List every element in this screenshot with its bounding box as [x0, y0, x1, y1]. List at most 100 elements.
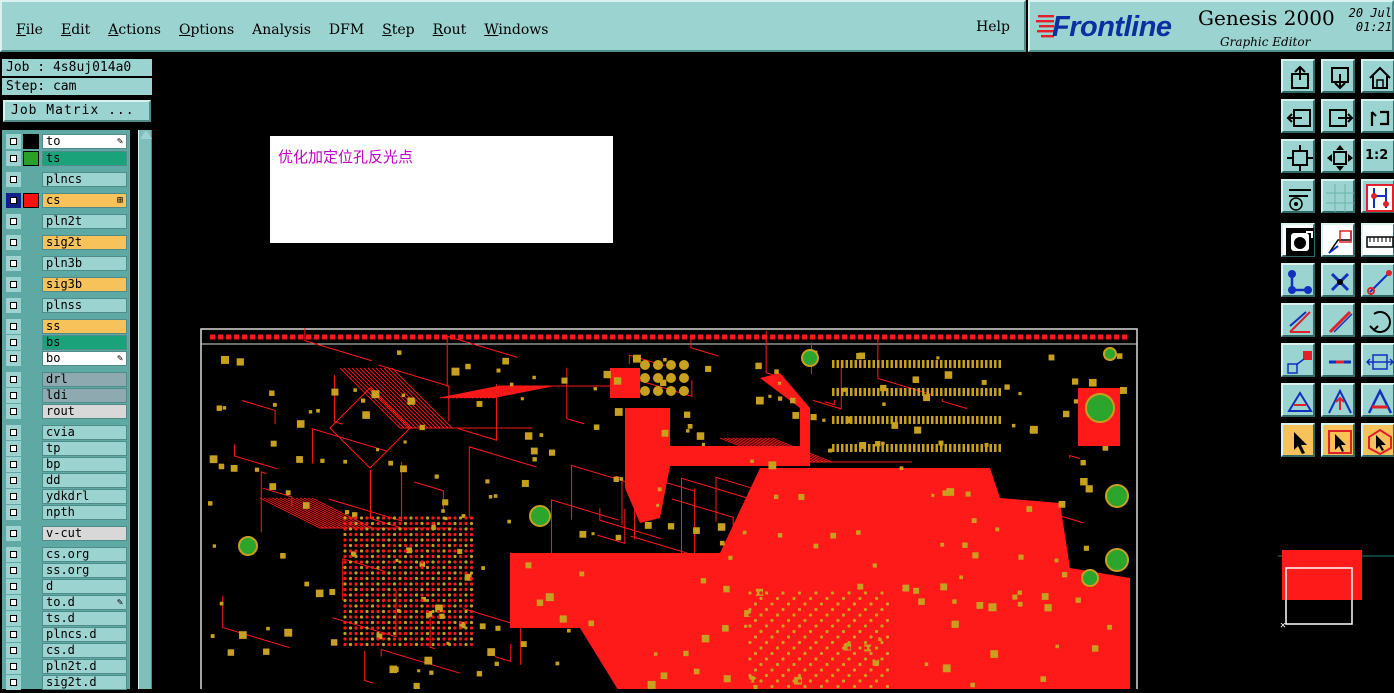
menu-edit[interactable]: Edit: [61, 22, 90, 38]
layer-row-to[interactable]: to✎: [5, 134, 127, 149]
layer-row-pln3b[interactable]: pln3b: [5, 256, 127, 271]
layer-checkbox[interactable]: [6, 611, 21, 626]
layer-name[interactable]: ts: [42, 151, 127, 166]
layer-name[interactable]: plncs.d: [42, 627, 127, 642]
layer-name[interactable]: cs⊞: [42, 193, 127, 208]
layer-row-bs[interactable]: bs: [5, 335, 127, 350]
layer-name[interactable]: ts.d: [42, 611, 127, 626]
layer-checkbox[interactable]: [6, 372, 21, 387]
overview-map[interactable]: ✕: [1278, 464, 1394, 689]
layer-row-plnss[interactable]: plnss: [5, 298, 127, 313]
layer-name[interactable]: d: [42, 579, 127, 594]
layer-name[interactable]: sig2t: [42, 235, 127, 250]
connect-button[interactable]: [1281, 263, 1315, 297]
layer-name[interactable]: bs: [42, 335, 127, 350]
layer-name[interactable]: v-cut: [42, 526, 127, 541]
angle-line-button[interactable]: [1281, 303, 1315, 337]
layer-row-cvia[interactable]: cvia: [5, 425, 127, 440]
layer-checkbox[interactable]: [6, 579, 21, 594]
menu-options[interactable]: Options: [179, 22, 234, 38]
layer-row-sig2t[interactable]: sig2t: [5, 235, 127, 250]
layer-checkbox[interactable]: [6, 256, 21, 271]
layer-row-to.d[interactable]: to.d✎: [5, 595, 127, 610]
layer-row-cs.org[interactable]: cs.org: [5, 547, 127, 562]
diagonal-line-button[interactable]: [1321, 303, 1355, 337]
layer-checkbox[interactable]: [6, 277, 21, 292]
layer-row-bp[interactable]: bp: [5, 457, 127, 472]
fit-screen-button[interactable]: [1281, 139, 1315, 173]
layer-row-tp[interactable]: tp: [5, 441, 127, 456]
layer-row-d[interactable]: d: [5, 579, 127, 594]
horizontal-line-button[interactable]: [1321, 343, 1355, 377]
layer-row-sig3b[interactable]: sig3b: [5, 277, 127, 292]
layer-name[interactable]: ydkdrl: [42, 489, 127, 504]
arc-button[interactable]: [1361, 303, 1394, 337]
layer-checkbox[interactable]: [6, 151, 21, 166]
layer-checkbox[interactable]: [6, 627, 21, 642]
layer-name[interactable]: ss: [42, 319, 127, 334]
layer-name[interactable]: to.d✎: [42, 595, 127, 610]
layer-row-plncs[interactable]: plncs: [5, 172, 127, 187]
layer-name[interactable]: plncs: [42, 172, 127, 187]
menu-rout[interactable]: Rout: [433, 22, 467, 38]
layer-name[interactable]: sig3b: [42, 277, 127, 292]
job-matrix-button[interactable]: Job Matrix ...: [3, 100, 151, 122]
layer-row-ss.org[interactable]: ss.org: [5, 563, 127, 578]
layer-row-cs.d[interactable]: cs.d: [5, 643, 127, 658]
triangle-arrow-button[interactable]: [1321, 383, 1355, 417]
layer-checkbox[interactable]: [6, 388, 21, 403]
layer-checkbox[interactable]: [6, 489, 21, 504]
menu-windows[interactable]: Windows: [484, 22, 548, 38]
layer-checkbox[interactable]: [6, 659, 21, 674]
netlist-button[interactable]: [1361, 179, 1394, 213]
menu-actions[interactable]: Actions: [108, 22, 161, 38]
layer-name[interactable]: bo✎: [42, 351, 127, 366]
zoom-out-button[interactable]: [1321, 59, 1355, 93]
layer-name[interactable]: bp: [42, 457, 127, 472]
layer-checkbox[interactable]: [6, 675, 21, 690]
menu-step[interactable]: Step: [382, 22, 414, 38]
layer-row-pln2t.d[interactable]: pln2t.d: [5, 659, 127, 674]
layer-name[interactable]: dd: [42, 473, 127, 488]
layer-checkbox[interactable]: [6, 595, 21, 610]
layer-checkbox[interactable]: [6, 351, 21, 366]
layer-row-pln2t[interactable]: pln2t: [5, 214, 127, 229]
layer-checkbox[interactable]: [6, 526, 21, 541]
layer-checkbox[interactable]: [6, 505, 21, 520]
layer-checkbox[interactable]: [6, 235, 21, 250]
layer-checkbox[interactable]: [6, 404, 21, 419]
layer-name[interactable]: cvia: [42, 425, 127, 440]
home-button[interactable]: [1361, 59, 1394, 93]
menu-file[interactable]: File: [16, 22, 43, 38]
layer-name[interactable]: ldi: [42, 388, 127, 403]
grid-button[interactable]: [1321, 179, 1355, 213]
layer-row-npth[interactable]: npth: [5, 505, 127, 520]
layer-name[interactable]: pln2t: [42, 214, 127, 229]
layer-name[interactable]: pln3b: [42, 256, 127, 271]
fit-profile-button[interactable]: [1321, 139, 1355, 173]
layer-name[interactable]: npth: [42, 505, 127, 520]
layer-name[interactable]: to✎: [42, 134, 127, 149]
layer-checkbox[interactable]: [6, 425, 21, 440]
layer-row-ss[interactable]: ss: [5, 319, 127, 334]
layer-row-v-cut[interactable]: v-cut: [5, 526, 127, 541]
layer-checkbox[interactable]: [6, 193, 21, 208]
triangle-button[interactable]: [1281, 383, 1315, 417]
menu-help[interactable]: Help: [976, 19, 1010, 35]
zoom-home-button[interactable]: [1281, 59, 1315, 93]
layer-name[interactable]: rout: [42, 404, 127, 419]
graphic-canvas[interactable]: 优化加定位孔反光点: [158, 56, 1276, 689]
layer-color-swatch[interactable]: [23, 193, 39, 208]
menu-analysis[interactable]: Analysis: [252, 22, 311, 38]
cross-button[interactable]: [1321, 263, 1355, 297]
scroll-up-icon[interactable]: [140, 130, 152, 139]
layer-name[interactable]: drl: [42, 372, 127, 387]
select-poly-button[interactable]: [1361, 423, 1394, 457]
select-arrow-button[interactable]: [1281, 423, 1315, 457]
layer-name[interactable]: tp: [42, 441, 127, 456]
layer-name[interactable]: plnss: [42, 298, 127, 313]
layer-checkbox[interactable]: [6, 335, 21, 350]
layer-row-sig2t.d[interactable]: sig2t.d: [5, 675, 127, 690]
layer-row-dd[interactable]: dd: [5, 473, 127, 488]
layer-row-bo[interactable]: bo✎: [5, 351, 127, 366]
